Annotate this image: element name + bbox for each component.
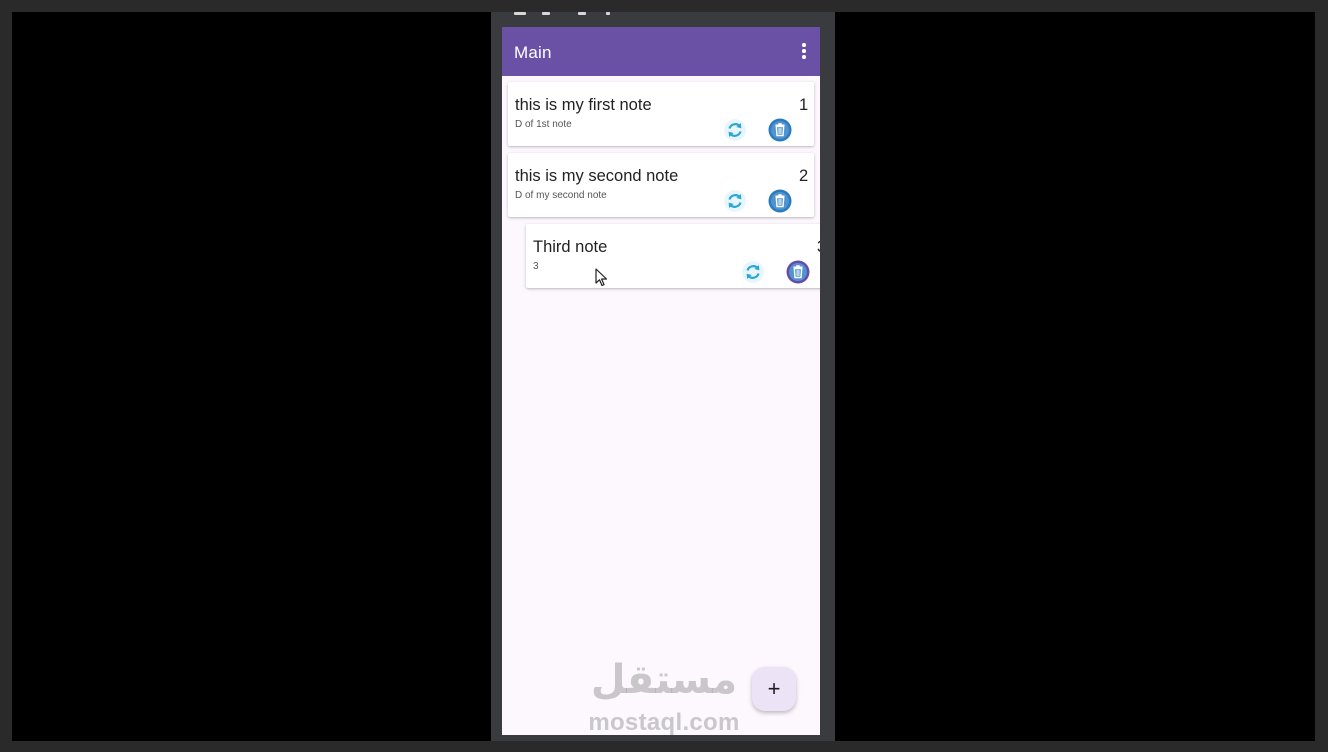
refresh-icon[interactable] [723, 118, 747, 142]
watermark: مستقل mostaql.com [582, 657, 746, 737]
note-description: D of my second note [515, 190, 607, 201]
note-title: this is my first note [515, 96, 652, 114]
note-card[interactable]: this is my first note D of 1st note 1 [508, 82, 814, 146]
watermark-logo: مستقل [590, 657, 738, 703]
trash-icon[interactable] [768, 118, 792, 142]
watermark-url: mostaql.com [588, 709, 740, 736]
app-screen: Main this is my first note D of 1st note… [502, 27, 820, 735]
more-vert-icon[interactable] [798, 41, 810, 61]
status-bar-icons [514, 12, 624, 18]
note-title: this is my second note [515, 167, 679, 185]
note-number: 2 [799, 167, 809, 185]
refresh-icon[interactable] [741, 260, 765, 284]
refresh-icon[interactable] [723, 189, 747, 213]
trash-icon[interactable] [768, 189, 792, 213]
note-number: 1 [799, 96, 809, 114]
note-card[interactable]: Third note 3 3 [526, 224, 820, 288]
app-bar: Main [502, 27, 820, 76]
note-card[interactable]: this is my second note D of my second no… [508, 153, 814, 217]
add-note-button[interactable]: + [752, 667, 796, 711]
page-title: Main [514, 43, 552, 62]
note-number: 3 [817, 238, 820, 257]
mouse-cursor-icon [595, 268, 608, 287]
plus-icon: + [767, 676, 781, 701]
note-description: D of 1st note [515, 119, 572, 130]
trash-icon[interactable] [786, 260, 810, 284]
note-description: 3 [533, 261, 539, 272]
note-title: Third note [533, 238, 608, 256]
